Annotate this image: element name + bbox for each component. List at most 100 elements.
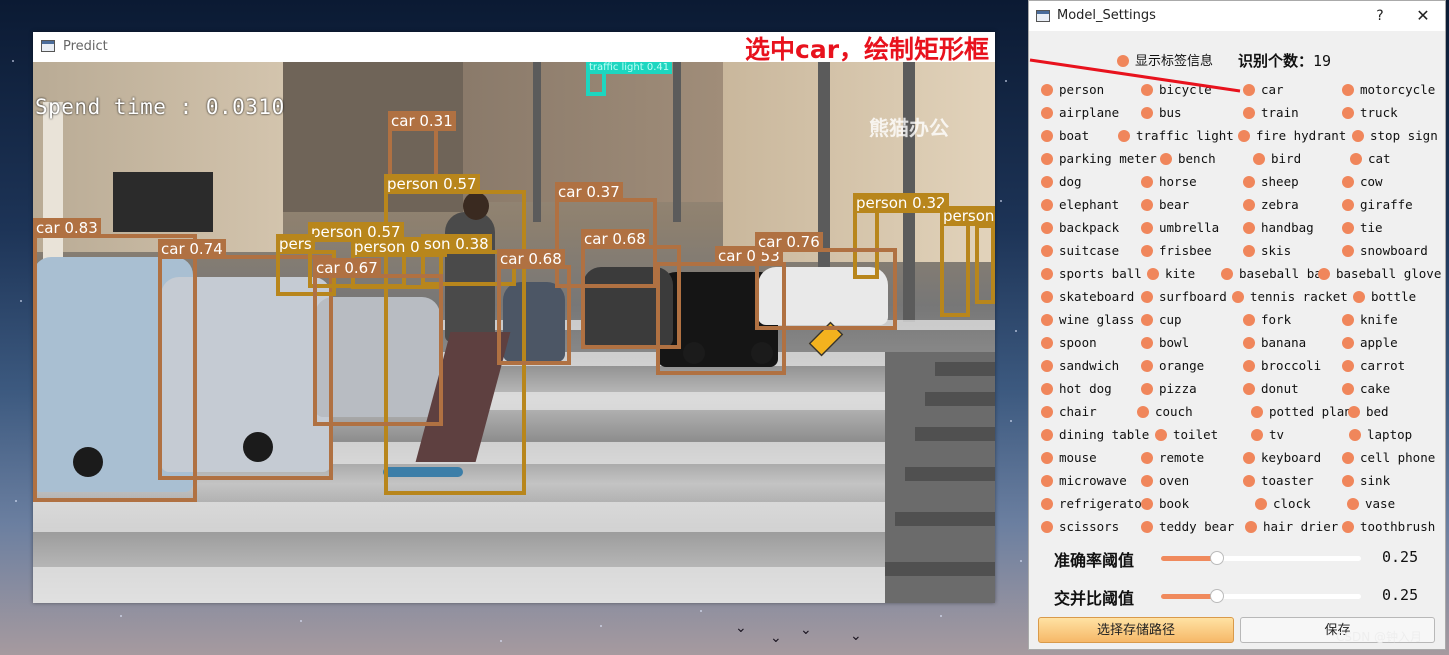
class-option-tennis-racket[interactable]: tennis racket: [1232, 289, 1348, 305]
class-option-car[interactable]: car: [1243, 82, 1284, 98]
class-option-label: potted plant: [1269, 404, 1360, 419]
class-option-backpack[interactable]: backpack: [1041, 220, 1119, 236]
class-option-skateboard[interactable]: skateboard: [1041, 289, 1134, 305]
class-option-oven[interactable]: oven: [1141, 473, 1189, 489]
class-option-apple[interactable]: apple: [1342, 335, 1398, 351]
class-option-baseball-glove[interactable]: baseball glove: [1318, 266, 1441, 282]
class-option-surfboard[interactable]: surfboard: [1141, 289, 1227, 305]
choose-save-path-button[interactable]: 选择存储路径: [1038, 617, 1234, 643]
class-option-sink[interactable]: sink: [1342, 473, 1390, 489]
class-option-tv[interactable]: tv: [1251, 427, 1284, 443]
class-option-label: orange: [1159, 358, 1205, 373]
star: [1015, 330, 1017, 332]
class-option-keyboard[interactable]: keyboard: [1243, 450, 1321, 466]
class-option-bicycle[interactable]: bicycle: [1141, 82, 1212, 98]
class-option-baseball-bat[interactable]: baseball bat: [1221, 266, 1329, 282]
class-option-laptop[interactable]: laptop: [1349, 427, 1412, 443]
class-option-cow[interactable]: cow: [1342, 174, 1383, 190]
show-labels-checkbox[interactable]: 显示标签信息: [1117, 50, 1213, 69]
class-option-pizza[interactable]: pizza: [1141, 381, 1197, 397]
class-option-label: bed: [1366, 404, 1389, 419]
class-option-banana[interactable]: banana: [1243, 335, 1306, 351]
class-option-toaster[interactable]: toaster: [1243, 473, 1314, 489]
class-option-person[interactable]: person: [1041, 82, 1104, 98]
class-option-sports-ball[interactable]: sports ball: [1041, 266, 1142, 282]
class-option-toilet[interactable]: toilet: [1155, 427, 1218, 443]
class-option-airplane[interactable]: airplane: [1041, 105, 1119, 121]
radio-indicator: [1141, 520, 1153, 533]
class-option-mouse[interactable]: mouse: [1041, 450, 1097, 466]
class-option-sheep[interactable]: sheep: [1243, 174, 1299, 190]
class-option-label: sink: [1360, 473, 1391, 488]
predict-titlebar[interactable]: Predict 选中car，绘制矩形框: [33, 32, 995, 64]
class-option-refrigerator[interactable]: refrigerator: [1041, 496, 1149, 512]
slider-handle[interactable]: [1210, 589, 1224, 603]
class-option-bed[interactable]: bed: [1348, 404, 1389, 420]
class-option-dog[interactable]: dog: [1041, 174, 1082, 190]
class-option-bird[interactable]: bird: [1253, 151, 1301, 167]
slider-handle[interactable]: [1210, 551, 1224, 565]
class-option-orange[interactable]: orange: [1141, 358, 1204, 374]
class-option-suitcase[interactable]: suitcase: [1041, 243, 1119, 259]
class-option-bus[interactable]: bus: [1141, 105, 1182, 121]
class-option-fire-hydrant[interactable]: fire hydrant: [1238, 128, 1346, 144]
class-option-broccoli[interactable]: broccoli: [1243, 358, 1321, 374]
class-option-snowboard[interactable]: snowboard: [1342, 243, 1428, 259]
class-option-sandwich[interactable]: sandwich: [1041, 358, 1119, 374]
class-option-boat[interactable]: boat: [1041, 128, 1089, 144]
class-option-train[interactable]: train: [1243, 105, 1299, 121]
class-option-hot-dog[interactable]: hot dog: [1041, 381, 1112, 397]
class-option-bottle[interactable]: bottle: [1353, 289, 1416, 305]
class-option-cup[interactable]: cup: [1141, 312, 1182, 328]
class-option-hair-drier[interactable]: hair drier: [1245, 519, 1338, 535]
class-option-book[interactable]: book: [1141, 496, 1189, 512]
class-option-dining-table[interactable]: dining table: [1041, 427, 1149, 443]
class-option-chair[interactable]: chair: [1041, 404, 1097, 420]
class-option-carrot[interactable]: carrot: [1342, 358, 1405, 374]
class-option-horse[interactable]: horse: [1141, 174, 1197, 190]
radio-indicator: [1147, 267, 1159, 280]
class-option-fork[interactable]: fork: [1243, 312, 1291, 328]
class-option-stop-sign[interactable]: stop sign: [1352, 128, 1438, 144]
class-option-vase[interactable]: vase: [1347, 496, 1395, 512]
class-option-scissors[interactable]: scissors: [1041, 519, 1119, 535]
class-option-remote[interactable]: remote: [1141, 450, 1204, 466]
class-option-cat[interactable]: cat: [1350, 151, 1391, 167]
class-option-motorcycle[interactable]: motorcycle: [1342, 82, 1435, 98]
iou-slider[interactable]: [1161, 589, 1361, 603]
class-option-parking-meter[interactable]: parking meter: [1041, 151, 1157, 167]
class-option-donut[interactable]: donut: [1243, 381, 1299, 397]
class-option-bench[interactable]: bench: [1160, 151, 1216, 167]
help-button[interactable]: ?: [1370, 6, 1390, 26]
class-option-traffic-light[interactable]: traffic light: [1118, 128, 1234, 144]
class-option-frisbee[interactable]: frisbee: [1141, 243, 1212, 259]
class-option-handbag[interactable]: handbag: [1243, 220, 1314, 236]
class-option-elephant[interactable]: elephant: [1041, 197, 1119, 213]
class-option-clock[interactable]: clock: [1255, 496, 1311, 512]
settings-titlebar[interactable]: Model_Settings ? ✕: [1029, 1, 1445, 31]
class-option-wine-glass[interactable]: wine glass: [1041, 312, 1134, 328]
radio-indicator: [1342, 313, 1354, 326]
class-option-umbrella[interactable]: umbrella: [1141, 220, 1219, 236]
close-button[interactable]: ✕: [1413, 6, 1433, 26]
class-option-skis[interactable]: skis: [1243, 243, 1291, 259]
class-option-bear[interactable]: bear: [1141, 197, 1189, 213]
class-option-label: hot dog: [1059, 381, 1112, 396]
class-option-potted-plant[interactable]: potted plant: [1251, 404, 1359, 420]
class-option-truck[interactable]: truck: [1342, 105, 1398, 121]
class-option-kite[interactable]: kite: [1147, 266, 1195, 282]
class-option-microwave[interactable]: microwave: [1041, 473, 1127, 489]
class-option-cake[interactable]: cake: [1342, 381, 1390, 397]
class-option-bowl[interactable]: bowl: [1141, 335, 1189, 351]
class-option-zebra[interactable]: zebra: [1243, 197, 1299, 213]
class-option-tie[interactable]: tie: [1342, 220, 1383, 236]
class-option-label: sports ball: [1059, 266, 1142, 281]
class-option-giraffe[interactable]: giraffe: [1342, 197, 1413, 213]
class-option-knife[interactable]: knife: [1342, 312, 1398, 328]
confidence-slider[interactable]: [1161, 551, 1361, 565]
class-option-spoon[interactable]: spoon: [1041, 335, 1097, 351]
class-option-couch[interactable]: couch: [1137, 404, 1193, 420]
class-option-toothbrush[interactable]: toothbrush: [1342, 519, 1435, 535]
class-option-teddy-bear[interactable]: teddy bear: [1141, 519, 1234, 535]
class-option-cell-phone[interactable]: cell phone: [1342, 450, 1435, 466]
